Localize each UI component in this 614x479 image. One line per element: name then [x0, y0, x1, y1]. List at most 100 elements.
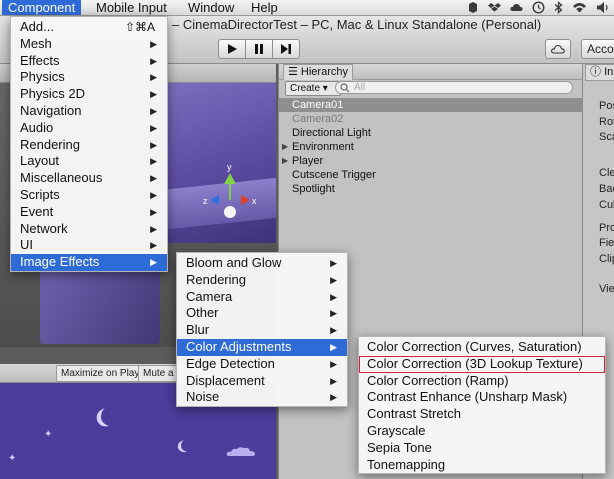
- hierarchy-item-camera02[interactable]: Camera02: [279, 112, 582, 126]
- step-button[interactable]: [272, 39, 300, 59]
- hierarchy-item-cutscene-trigger[interactable]: Cutscene Trigger: [279, 168, 582, 182]
- image-effects-menu-item-camera[interactable]: Camera ▶: [177, 289, 347, 306]
- evernote-icon[interactable]: [467, 1, 479, 14]
- account-button[interactable]: Accou: [581, 39, 614, 59]
- image-effects-menu-item-displacement[interactable]: Displacement ▶: [177, 373, 347, 390]
- component-menu-item-image-effects[interactable]: Image Effects ▶: [11, 254, 167, 271]
- hierarchy-toolbar: Create ▾ All: [279, 80, 582, 96]
- dropbox-icon[interactable]: [488, 1, 501, 14]
- image-effects-menu-item-rendering[interactable]: Rendering ▶: [177, 272, 347, 289]
- mute-audio-toggle[interactable]: Mute a: [138, 365, 179, 382]
- create-dropdown[interactable]: Create ▾: [285, 81, 341, 96]
- inspector-field-label: Sca: [599, 131, 614, 143]
- component-menu-item-scripts[interactable]: Scripts ▶: [11, 187, 167, 204]
- submenu-arrow-icon: ▶: [330, 375, 337, 386]
- transform-gizmo[interactable]: y z x: [200, 160, 260, 224]
- image-effects-menu-item-blur[interactable]: Blur ▶: [177, 322, 347, 339]
- svg-text:z: z: [203, 196, 208, 206]
- cloud-icon[interactable]: [510, 1, 523, 14]
- menubar-component[interactable]: Component: [2, 0, 82, 15]
- image-effects-menu-item-bloom-and-glow[interactable]: Bloom and Glow ▶: [177, 255, 347, 272]
- expand-arrow-icon[interactable]: ▶: [282, 154, 288, 168]
- image-effects-menu-item-noise[interactable]: Noise ▶: [177, 389, 347, 406]
- color-adjustments-menu-item-color-correction-curves-saturation[interactable]: Color Correction (Curves, Saturation): [359, 339, 605, 356]
- color-adjustments-menu-item-contrast-stretch[interactable]: Contrast Stretch: [359, 406, 605, 423]
- menubar-mobile-input[interactable]: Mobile Input: [90, 0, 173, 15]
- color-adjustments-menu-item-color-correction-3d-lookup-texture[interactable]: Color Correction (3D Lookup Texture): [359, 355, 605, 373]
- submenu-arrow-icon: ▶: [150, 89, 157, 100]
- color-adjustments-menu-item-contrast-enhance-unsharp-mask[interactable]: Contrast Enhance (Unsharp Mask): [359, 389, 605, 406]
- color-adjustments-menu-item-color-correction-ramp[interactable]: Color Correction (Ramp): [359, 373, 605, 390]
- hierarchy-search-input[interactable]: All: [335, 81, 573, 94]
- hierarchy-item-directional-light[interactable]: Directional Light: [279, 126, 582, 140]
- moon-icon: [177, 440, 187, 453]
- volume-icon[interactable]: [596, 1, 610, 14]
- tab-hierarchy[interactable]: ☰ Hierarchy: [283, 64, 353, 80]
- play-button[interactable]: [218, 39, 246, 59]
- component-menu-item-layout[interactable]: Layout ▶: [11, 153, 167, 170]
- search-placeholder: All: [354, 82, 366, 93]
- play-icon: [228, 44, 237, 54]
- submenu-arrow-icon: ▶: [330, 274, 337, 285]
- wifi-icon[interactable]: [572, 1, 587, 14]
- hierarchy-item-label: Camera01: [292, 99, 344, 111]
- image-effects-menu-item-label: Color Adjustments: [186, 338, 292, 354]
- pause-button[interactable]: [245, 39, 273, 59]
- color-adjustments-menu-item-grayscale[interactable]: Grayscale: [359, 423, 605, 440]
- menubar-window[interactable]: Window: [182, 0, 240, 15]
- component-menu-item-label: Effects: [20, 52, 60, 68]
- expand-arrow-icon[interactable]: ▶: [282, 140, 288, 154]
- component-menu-item-ui[interactable]: UI ▶: [11, 237, 167, 254]
- window-title: – CinemaDirectorTest – PC, Mac & Linux S…: [172, 17, 542, 32]
- scene-bricks: [40, 269, 160, 344]
- hierarchy-list-icon: ☰: [288, 66, 301, 78]
- inspector-field-label: Clip: [599, 253, 614, 265]
- component-menu-item-physics-2d[interactable]: Physics 2D ▶: [11, 86, 167, 103]
- image-effects-menu-item-other[interactable]: Other ▶: [177, 305, 347, 322]
- services-cloud-button[interactable]: [545, 39, 571, 59]
- hierarchy-item-environment[interactable]: ▶ Environment: [279, 140, 582, 154]
- info-icon: ⓘ: [590, 66, 605, 78]
- hierarchy-item-camera01[interactable]: Camera01: [279, 98, 582, 112]
- submenu-arrow-icon: ▶: [150, 122, 157, 133]
- color-adjustments-menu-item-tonemapping[interactable]: Tonemapping: [359, 457, 605, 474]
- component-menu-item-rendering[interactable]: Rendering ▶: [11, 137, 167, 154]
- color-adjustments-menu-item-sepia-tone[interactable]: Sepia Tone: [359, 440, 605, 457]
- color-adjustments-submenu: Color Correction (Curves, Saturation) Col…: [358, 336, 606, 475]
- menubar-help[interactable]: Help: [245, 0, 284, 15]
- image-effects-menu-item-color-adjustments[interactable]: Color Adjustments ▶: [177, 338, 347, 356]
- component-menu-item-network[interactable]: Network ▶: [11, 221, 167, 238]
- submenu-arrow-icon: ▶: [330, 341, 337, 352]
- time-machine-icon[interactable]: [532, 1, 545, 14]
- tab-inspector[interactable]: ⓘ In: [585, 64, 614, 81]
- component-menu-item-navigation[interactable]: Navigation ▶: [11, 103, 167, 120]
- submenu-arrow-icon: ▶: [330, 291, 337, 302]
- tab-hierarchy-label: Hierarchy: [300, 66, 348, 78]
- color-adjustments-menu-item-label: Contrast Stretch: [367, 406, 461, 422]
- color-adjustments-menu-item-label: Color Correction (3D Lookup Texture): [367, 355, 583, 371]
- inspector-field-label: Fiel: [599, 237, 614, 249]
- svg-text:y: y: [227, 162, 232, 172]
- maximize-on-play-toggle[interactable]: Maximize on Play: [56, 365, 145, 382]
- hierarchy-item-spotlight[interactable]: Spotlight: [279, 182, 582, 196]
- submenu-arrow-icon: ▶: [150, 72, 157, 83]
- color-adjustments-menu-item-label: Grayscale: [367, 422, 426, 438]
- star-icon: ✦: [44, 429, 53, 440]
- image-effects-menu-item-label: Blur: [186, 322, 210, 338]
- submenu-arrow-icon: ▶: [330, 392, 337, 403]
- component-menu-item-event[interactable]: Event ▶: [11, 204, 167, 221]
- component-menu-item-mesh[interactable]: Mesh ▶: [11, 36, 167, 53]
- image-effects-menu-item-label: Rendering: [186, 271, 246, 287]
- component-menu-item-add[interactable]: Add... ⇧⌘A: [11, 19, 167, 36]
- image-effects-menu-item-edge-detection[interactable]: Edge Detection ▶: [177, 356, 347, 373]
- inspector-field-label: Cle: [599, 167, 614, 179]
- moon-icon: [96, 408, 109, 427]
- bluetooth-icon[interactable]: [554, 1, 563, 14]
- component-menu-item-physics[interactable]: Physics ▶: [11, 69, 167, 86]
- submenu-arrow-icon: ▶: [150, 240, 157, 251]
- component-menu-item-miscellaneous[interactable]: Miscellaneous ▶: [11, 170, 167, 187]
- component-menu-item-audio[interactable]: Audio ▶: [11, 120, 167, 137]
- component-menu-item-effects[interactable]: Effects ▶: [11, 53, 167, 70]
- hierarchy-item-player[interactable]: ▶ Player: [279, 154, 582, 168]
- menubar: Component Mobile Input Window Help: [0, 0, 614, 16]
